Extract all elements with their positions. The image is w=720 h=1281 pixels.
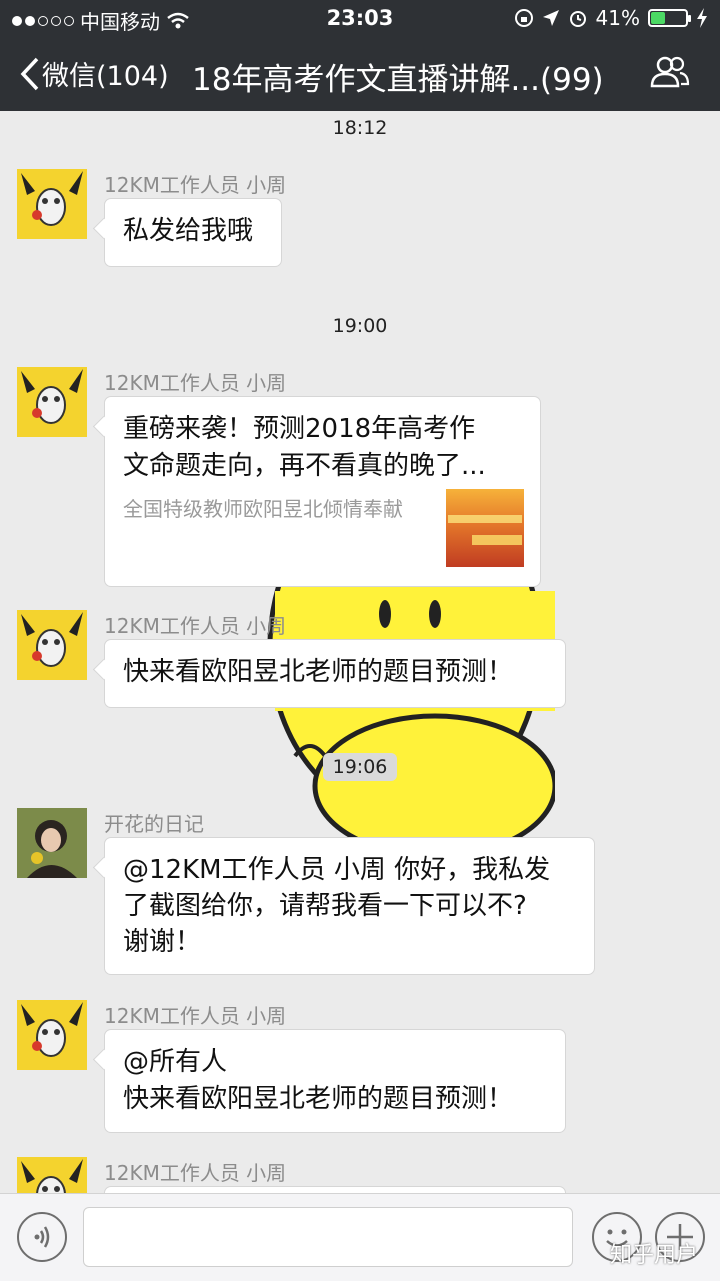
- avatar[interactable]: [17, 1000, 87, 1070]
- back-button[interactable]: 微信(104): [20, 54, 169, 93]
- link-description: 全国特级教师欧阳昱北倾情奉献: [123, 497, 403, 521]
- timestamp: 19:06: [0, 753, 720, 781]
- voice-icon: [34, 1226, 50, 1248]
- pikachu-avatar-icon: [17, 610, 87, 680]
- timestamp: 19:00: [332, 315, 388, 337]
- message-bubble[interactable]: 快来看欧阳昱北老师的题目预测！: [104, 639, 566, 708]
- link-title-line-2: 文命题走向，再不看真的晚了...: [123, 451, 486, 481]
- timestamp: 18:12: [332, 117, 388, 139]
- watermark: 知乎用户: [610, 1243, 699, 1268]
- pikachu-avatar-icon: [17, 1000, 87, 1070]
- avatar[interactable]: [17, 808, 87, 878]
- avatar[interactable]: [17, 367, 87, 437]
- link-title-line-1: 重磅来袭！预测2018年高考作: [123, 414, 476, 444]
- back-label: 微信(104): [42, 61, 169, 92]
- message-text: 私发给我哦: [123, 216, 254, 246]
- message-bubble[interactable]: 私发给我哦: [104, 198, 282, 267]
- message-text: 快来看欧阳昱北老师的题目预测！: [123, 657, 514, 687]
- top-bar: 中国移动 23:03 41% 微信(104) 18年高考作文直播讲解...(99…: [0, 0, 720, 111]
- duck-sticker-image: [267, 586, 555, 856]
- sender-name: 12KM工作人员 小周: [104, 371, 287, 395]
- chevron-left-icon: [20, 57, 39, 90]
- sender-name: 开花的日记: [104, 812, 204, 836]
- user-photo-avatar-icon: [17, 808, 87, 878]
- charging-icon: [697, 8, 707, 28]
- alarm-icon: [569, 11, 586, 27]
- sender-name: 12KM工作人员 小周: [104, 1161, 287, 1185]
- message-text-line-2: 了截图给你，请帮我看一下可以不?: [123, 891, 527, 921]
- avatar[interactable]: [17, 1157, 87, 1193]
- battery-icon: [648, 9, 691, 27]
- message-bubble[interactable]: @12KM工作人员 小周 你好，我私发 了截图给你，请帮我看一下可以不? 谢谢！: [104, 837, 595, 975]
- message-text-line-3: 谢谢！: [123, 927, 202, 957]
- message-bubble[interactable]: [104, 1186, 566, 1193]
- mention-all: @所有人: [123, 1047, 228, 1077]
- link-card[interactable]: 重磅来袭！预测2018年高考作 文命题走向，再不看真的晚了... 全国特级教师欧…: [104, 396, 541, 587]
- sender-name: 12KM工作人员 小周: [104, 614, 287, 638]
- pikachu-avatar-icon: [17, 367, 87, 437]
- group-members-icon[interactable]: [650, 56, 690, 88]
- pikachu-avatar-icon: [17, 1157, 87, 1193]
- timestamp-text: 19:06: [322, 753, 398, 781]
- navigation-bar: 微信(104) 18年高考作文直播讲解...(99): [0, 44, 720, 104]
- pikachu-avatar-icon: [17, 169, 87, 239]
- chat-area[interactable]: 18:12 12KM工作人员 小周 私发给我哦 19:00 12KM工作人员 小…: [0, 111, 720, 1193]
- link-thumbnail-image: [446, 489, 524, 567]
- avatar[interactable]: [17, 169, 87, 239]
- rotation-lock-icon: [514, 9, 533, 27]
- voice-input-button[interactable]: [17, 1212, 67, 1262]
- sender-name: 12KM工作人员 小周: [104, 173, 287, 197]
- location-icon: [542, 10, 559, 26]
- sender-name: 12KM工作人员 小周: [104, 1004, 287, 1028]
- message-bubble[interactable]: @所有人 快来看欧阳昱北老师的题目预测！: [104, 1029, 566, 1133]
- message-input[interactable]: [83, 1207, 573, 1267]
- chat-title: 18年高考作文直播讲解...(99): [192, 62, 604, 98]
- status-bar: 中国移动 23:03 41%: [0, 0, 720, 36]
- avatar[interactable]: [17, 610, 87, 680]
- message-text-line-1: @12KM工作人员 小周 你好，我私发: [123, 855, 551, 885]
- battery-percent: 41%: [595, 6, 640, 30]
- message-text: 快来看欧阳昱北老师的题目预测！: [123, 1084, 514, 1114]
